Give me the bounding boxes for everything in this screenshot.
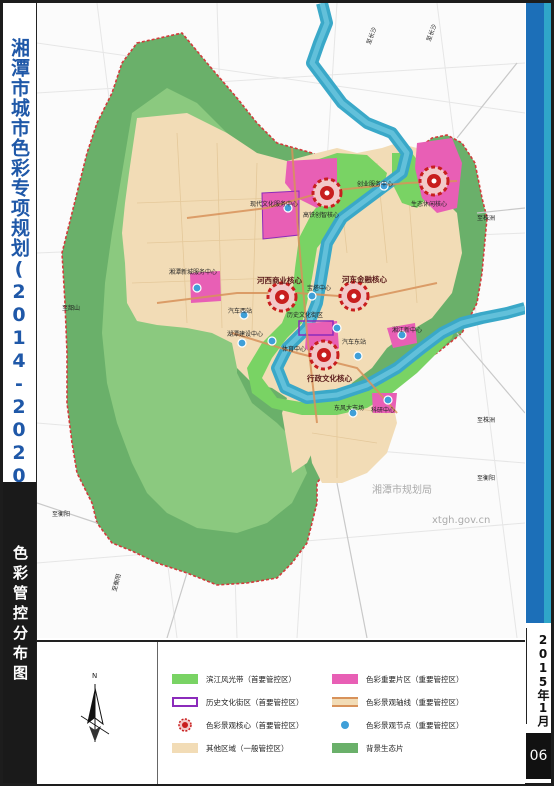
plan-date: 2015年1月 [536, 633, 550, 727]
swatch-green [172, 674, 198, 684]
label-hedong-business: 河东金融核心 [342, 275, 387, 284]
legend-label: 滨江风光带（首要管控区） [206, 674, 296, 684]
label-hexi-newtown: 湘潭新城服务中心 [169, 269, 218, 276]
watermark-text: 湘潭市规划局 [372, 485, 432, 496]
swatch-dark-green [332, 743, 358, 753]
swatch-magenta [332, 674, 358, 684]
core-hedong [338, 280, 370, 312]
swatch-axis [332, 697, 358, 707]
label-dongfeng: 东风大市场 [334, 405, 365, 412]
label-river-node: 宝塔中心 [307, 285, 332, 292]
label-univ-center: 湖潭建设中心 [227, 331, 264, 338]
label-sports-center: 体育中心 [282, 346, 307, 353]
label-bus-station: 汽车西站 [228, 308, 253, 315]
legend-label: 历史文化街区（首要管控区） [206, 697, 304, 707]
right-stripe-cyan [544, 3, 551, 623]
right-stripe-blue [526, 3, 544, 623]
legend-item-historic: 历史文化街区（首要管控区） [172, 695, 304, 709]
north-arrow-icon [80, 684, 110, 742]
legend-label: 色彩景观轴线（重要管控区） [366, 697, 464, 707]
legend-item-other: 其他区域（一般管控区） [172, 741, 289, 755]
legend-item-riverside: 滨江风光带（首要管控区） [172, 672, 296, 686]
core-hexi-business [266, 281, 298, 313]
core-hightech [311, 177, 343, 209]
label-creative-center: 创业服务中心 [357, 181, 394, 188]
label-south-road: 至衡阳 [477, 475, 496, 482]
label-hexi-business: 河西商业核心 [257, 276, 302, 285]
core-ecology [418, 165, 450, 197]
label-history-culture: 历史文化街区 [287, 312, 324, 319]
legend-item-important: 色彩重要片区（重要管控区） [332, 672, 464, 686]
color-control-map [37, 3, 525, 638]
map-subtitle: 色彩管控分布图 [11, 545, 29, 685]
page-number: 06 [526, 733, 551, 779]
plan-title: 湘潭市城市色彩专项规划(2014-2020) [8, 38, 30, 511]
legend-label: 其他区域（一般管控区） [206, 743, 289, 753]
legend-label: 背景生态片 [366, 743, 404, 753]
legend-divider [157, 642, 158, 784]
legend-item-axis: 色彩景观轴线（重要管控区） [332, 695, 464, 709]
label-hightech-core: 高铁创智核心 [303, 212, 340, 219]
core-icon [178, 718, 192, 732]
legend-item-node: 色彩景观节点（重要管控区） [332, 718, 464, 732]
swatch-node [332, 720, 358, 730]
compass-label: N [92, 672, 98, 680]
label-gov-core: 行政文化核心 [307, 374, 352, 383]
label-east-road-2: 至株洲 [477, 417, 496, 424]
label-east-road: 至株洲 [477, 215, 496, 222]
legend-item-ecology: 背景生态片 [332, 741, 404, 755]
label-modern-culture: 现代文化服务中心 [250, 201, 299, 208]
label-east-node: 湘江新中心 [392, 327, 423, 334]
map-canvas: 创业服务中心 生态休闲核心 现代文化服务中心 高铁创智核心 湘潭新城服务中心 河… [37, 3, 525, 638]
label-bus-east: 汽车东站 [342, 339, 367, 346]
watermark-url: xtgh.gov.cn [432, 515, 491, 526]
legend-panel: N 滨江风光带（首要管控区） 历史文化街区（首要管控区） 色彩景观核心（首要管控… [37, 640, 525, 784]
legend-label: 色彩景观核心（首要管控区） [206, 720, 304, 730]
core-gov [308, 339, 340, 371]
node-icon [341, 721, 349, 729]
label-tech-center: 科研中心 [371, 407, 396, 414]
label-ecology-center: 生态休闲核心 [411, 201, 448, 208]
swatch-purple-outline [172, 697, 198, 707]
legend-label: 色彩景观节点（重要管控区） [366, 720, 464, 730]
legend-item-core: 色彩景观核心（首要管控区） [172, 718, 304, 732]
swatch-red-core [172, 718, 198, 732]
legend-label: 色彩重要片区（重要管控区） [366, 674, 464, 684]
label-west-road: 至韶山 [62, 305, 81, 312]
label-southwest-road: 至衡阳 [52, 511, 71, 518]
swatch-beige [172, 743, 198, 753]
